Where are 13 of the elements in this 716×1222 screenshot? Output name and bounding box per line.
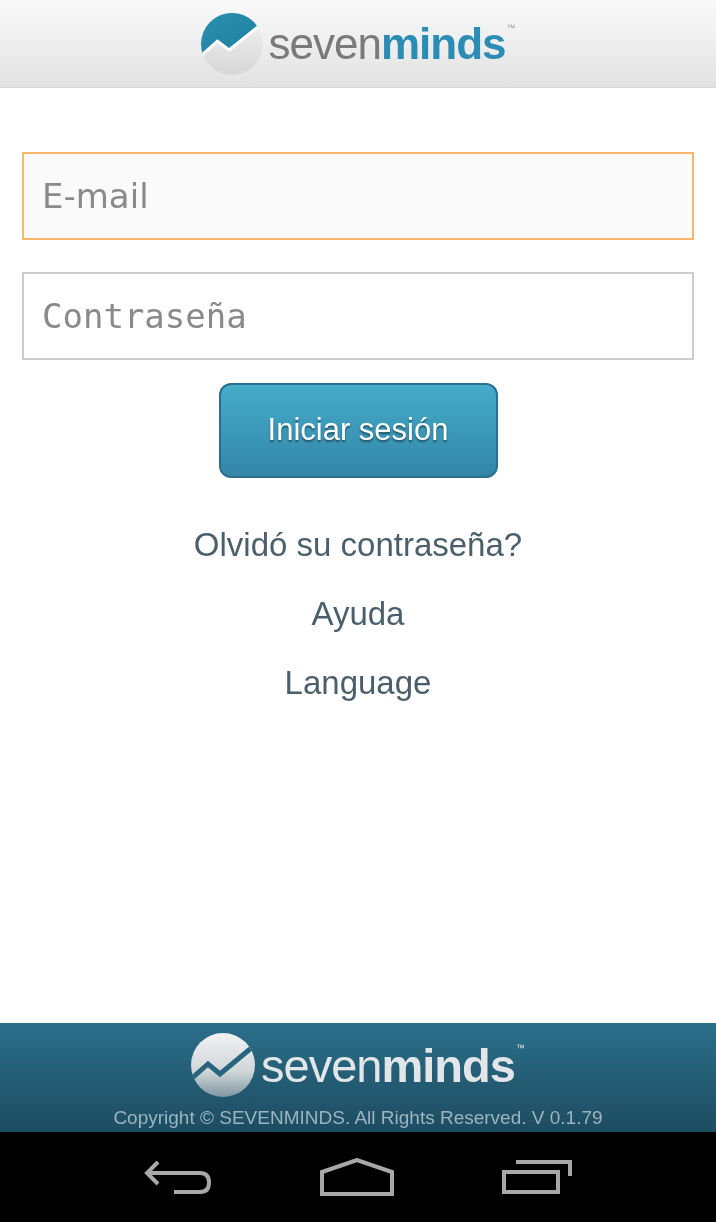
text-link[interactable]: Language xyxy=(284,663,432,703)
recent-apps-icon[interactable] xyxy=(502,1160,572,1194)
back-icon[interactable] xyxy=(144,1159,212,1195)
home-icon[interactable] xyxy=(320,1158,394,1196)
password-field[interactable]: Contraseña xyxy=(22,272,694,360)
logo-mark-icon xyxy=(191,1033,256,1097)
email-field[interactable]: E-mail xyxy=(22,152,694,240)
logo-mark-icon xyxy=(200,12,263,75)
logo-wordmark: sevenminds™ xyxy=(268,21,516,66)
logo-wordmark: sevenminds™ xyxy=(261,1041,525,1089)
text-link[interactable]: Ayuda xyxy=(311,594,405,634)
copyright-text: Copyright © SEVENMINDS. All Rights Reserved. V 0.1.79 xyxy=(113,1107,603,1129)
text-link[interactable]: Olvidó su contraseña? xyxy=(193,525,523,565)
